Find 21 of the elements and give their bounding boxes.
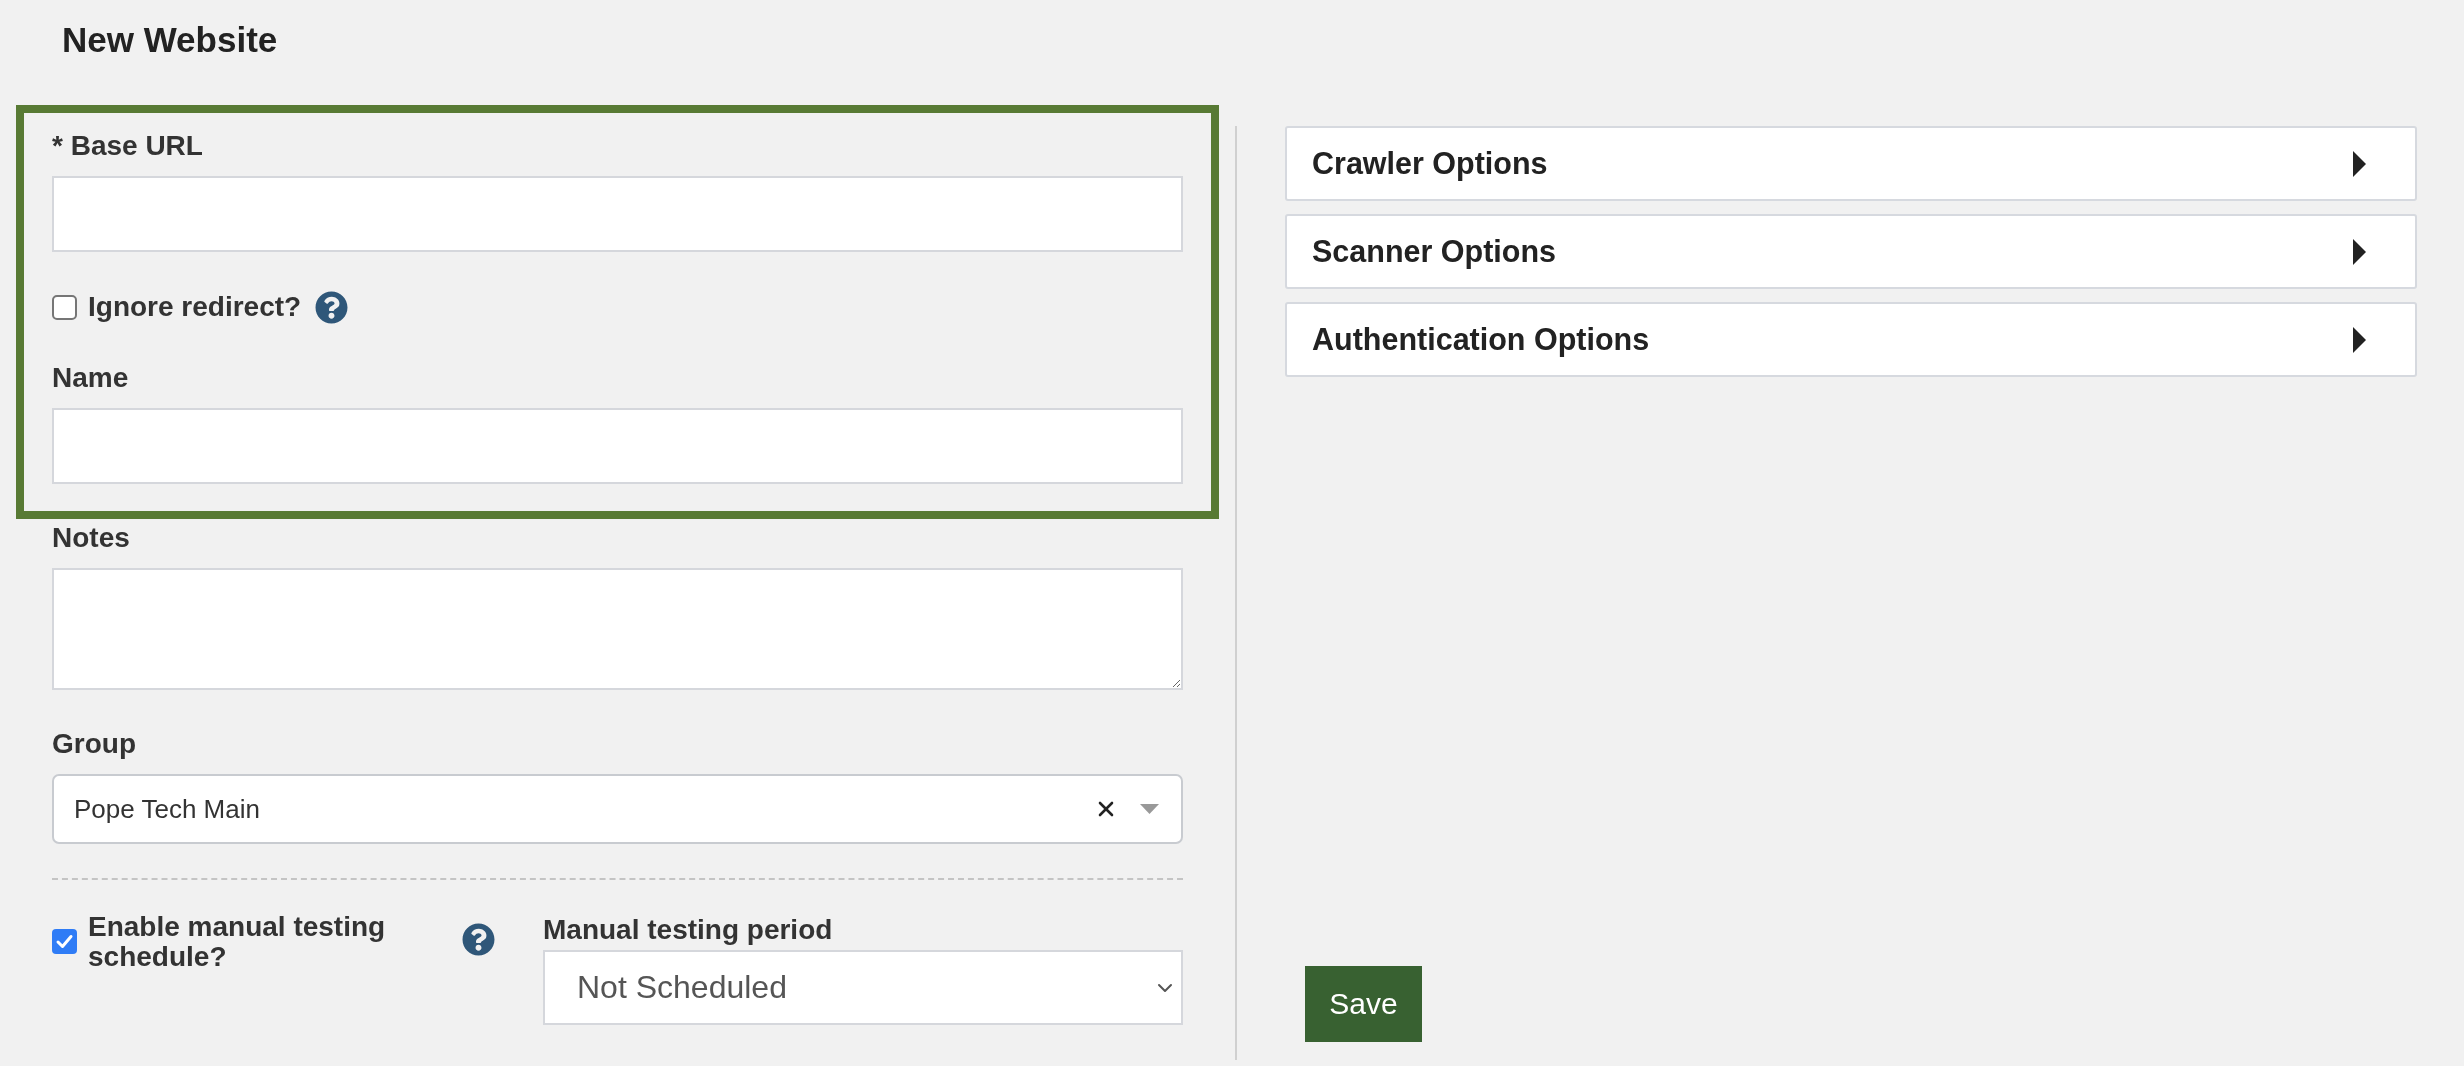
text-field[interactable] [52,408,1183,484]
select-field[interactable]: Not Scheduled [543,950,1183,1025]
select-field[interactable]: Pope Tech Main [52,774,1183,844]
checkbox-label[interactable]: Ignore redirect? [88,291,302,323]
checkbox[interactable] [52,294,77,320]
field-label: Notes [52,522,130,554]
help-icon[interactable] [462,923,495,956]
text-field[interactable] [52,176,1183,252]
help-icon[interactable] [315,290,349,324]
field-label: * Base URL [52,130,203,162]
field-label: Group [52,728,136,760]
field-label: Manual testing period [543,914,833,946]
save-button[interactable]: Save [1305,966,1422,1042]
checkbox[interactable] [52,929,77,954]
accordion-header[interactable]: Scanner Options [1285,214,2417,289]
checkbox-label[interactable]: Enable manual testing schedule? [88,912,418,972]
accordion-header[interactable]: Crawler Options [1285,126,2417,201]
page-title: New Website [62,20,278,60]
field-label: Name [52,362,129,394]
caret-down-icon[interactable] [1140,804,1159,814]
accordion-header[interactable]: Authentication Options [1285,302,2417,377]
